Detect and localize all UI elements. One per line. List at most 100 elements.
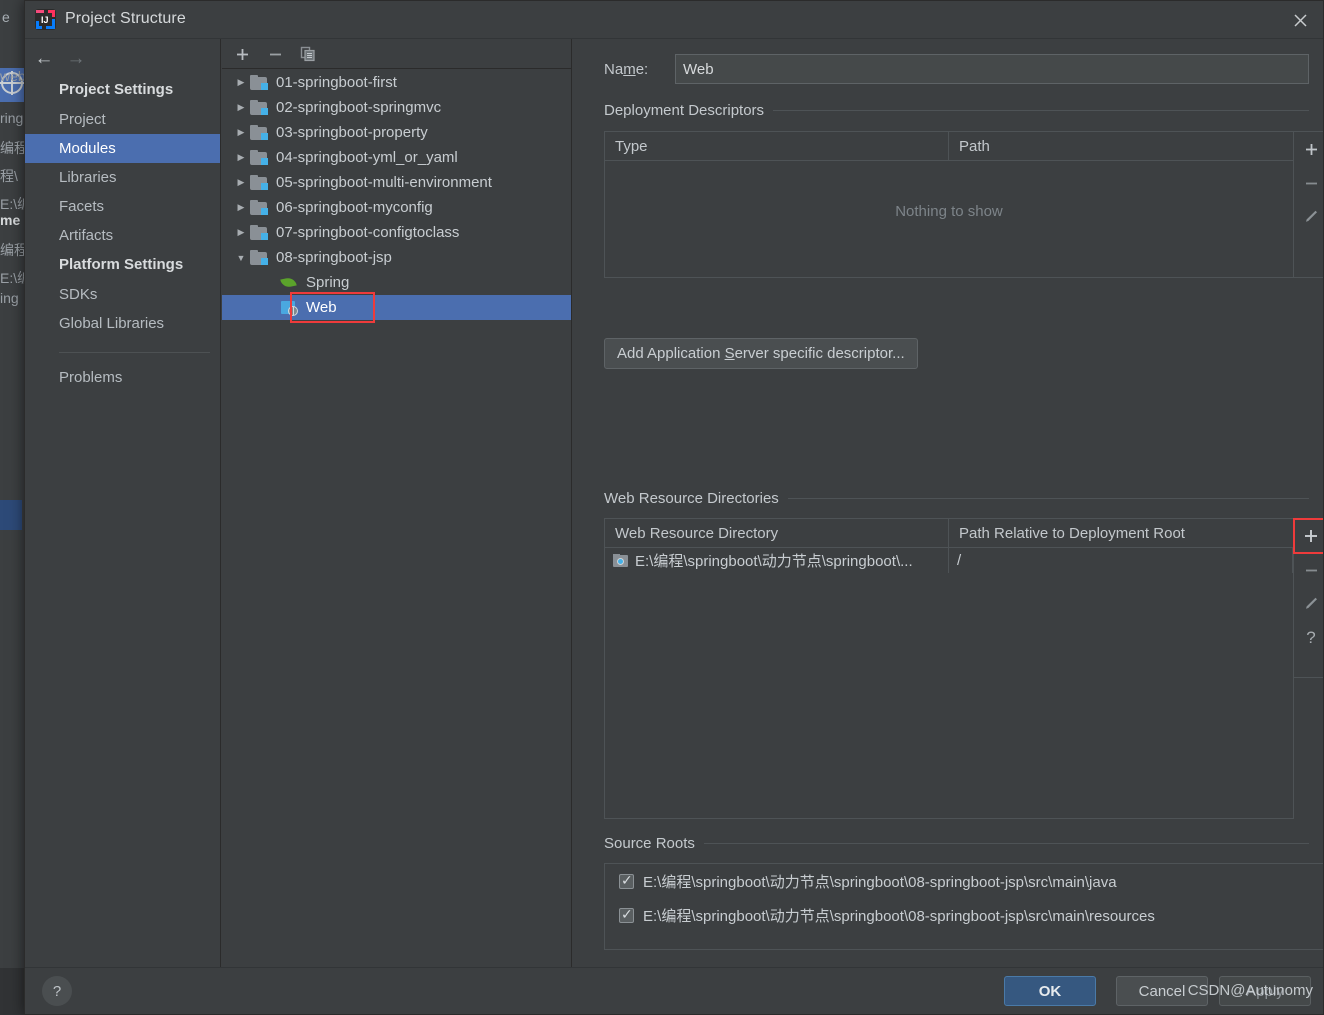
- chevron-right-icon[interactable]: ▶: [232, 227, 250, 238]
- cancel-button[interactable]: Cancel: [1116, 976, 1208, 1006]
- cell-web-resource-directory: E:\编程\springboot\动力节点\springboot\...: [605, 548, 949, 573]
- edit-web-resource-pencil-icon[interactable]: [1294, 587, 1323, 621]
- settings-navigation-pane: ← → Project Settings Project Modules Lib…: [25, 39, 221, 967]
- sidebar-item-sdks[interactable]: SDKs: [25, 280, 220, 309]
- copy-module-icon[interactable]: [295, 41, 321, 67]
- web-resource-directories-header: Web Resource Directories: [604, 490, 1309, 507]
- module-tree-pane: ▶ 01-springboot-first ▶ 02-springboot-sp…: [222, 39, 572, 967]
- tree-row-module-04[interactable]: ▶ 04-springboot-yml_or_yaml: [222, 145, 571, 170]
- source-root-checkbox[interactable]: [619, 906, 634, 923]
- remove-module-button[interactable]: [262, 41, 288, 67]
- module-folder-icon: [250, 175, 268, 190]
- module-folder-icon: [250, 75, 268, 90]
- empty-state-text: Nothing to show: [895, 203, 1003, 220]
- background-menu-item-0: e: [2, 9, 10, 25]
- help-web-resource-button[interactable]: ?: [1294, 621, 1323, 655]
- source-root-path: E:\编程\springboot\动力节点\springboot\08-spri…: [643, 907, 1155, 925]
- column-header-relative-path[interactable]: Path Relative to Deployment Root: [949, 519, 1293, 547]
- spring-leaf-icon: [280, 275, 298, 290]
- module-folder-icon: [250, 225, 268, 240]
- background-fragment-3: 程\: [0, 168, 18, 184]
- name-row: Name:: [604, 54, 1309, 84]
- chevron-right-icon[interactable]: ▶: [232, 77, 250, 88]
- sidebar-item-problems[interactable]: Problems: [25, 363, 220, 392]
- table-row[interactable]: E:\编程\springboot\动力节点\springboot\... /: [605, 548, 1293, 573]
- column-header-path[interactable]: Path: [949, 132, 1293, 160]
- arrow-right-icon[interactable]: →: [63, 47, 89, 69]
- add-web-resource-button[interactable]: [1293, 518, 1323, 554]
- source-root-checkbox[interactable]: [619, 872, 634, 889]
- sidebar-item-global-libraries[interactable]: Global Libraries: [25, 309, 220, 338]
- navigation-arrows: ← →: [25, 39, 220, 75]
- name-input[interactable]: [675, 54, 1309, 84]
- source-root-path: E:\编程\springboot\动力节点\springboot\08-spri…: [643, 873, 1117, 891]
- column-header-type[interactable]: Type: [605, 132, 949, 160]
- tree-row-label: 02-springboot-springmvc: [276, 99, 442, 116]
- table-header-row: Web Resource Directory Path Relative to …: [605, 519, 1293, 548]
- tree-row-facet-web[interactable]: ▶ Web: [222, 295, 571, 320]
- ok-button[interactable]: OK: [1004, 976, 1096, 1006]
- tree-row-facet-spring[interactable]: ▶ Spring: [222, 270, 571, 295]
- section-rule: [787, 498, 1309, 499]
- add-module-button[interactable]: [229, 41, 255, 67]
- module-tree-list: ▶ 01-springboot-first ▶ 02-springboot-sp…: [222, 70, 571, 967]
- add-app-server-descriptor-button[interactable]: Add Application Server specific descript…: [604, 338, 918, 369]
- source-roots-header: Source Roots: [604, 835, 1309, 852]
- nav-divider: [59, 352, 210, 353]
- tree-row-label: 04-springboot-yml_or_yaml: [276, 149, 458, 166]
- chevron-right-icon[interactable]: ▶: [232, 127, 250, 138]
- close-icon[interactable]: [1277, 1, 1323, 39]
- tree-row-module-01[interactable]: ▶ 01-springboot-first: [222, 70, 571, 95]
- source-root-item[interactable]: E:\编程\springboot\动力节点\springboot\08-spri…: [605, 898, 1323, 932]
- tree-row-module-06[interactable]: ▶ 06-springboot-myconfig: [222, 195, 571, 220]
- section-rule: [773, 110, 1309, 111]
- background-fragment-6: 编程: [0, 242, 24, 258]
- sidebar-item-artifacts[interactable]: Artifacts: [25, 221, 220, 250]
- background-fragment-2: 编程: [0, 140, 24, 156]
- module-folder-icon: [250, 125, 268, 140]
- nav-group-header-project-settings: Project Settings: [59, 81, 174, 98]
- remove-descriptor-button[interactable]: [1294, 166, 1323, 200]
- dialog-titlebar: IJ Project Structure: [25, 1, 1323, 39]
- section-rule: [703, 843, 1309, 844]
- cell-relative-path: /: [949, 548, 1293, 573]
- help-button[interactable]: ?: [42, 976, 72, 1006]
- intellij-idea-icon: IJ: [35, 9, 56, 30]
- tree-row-label: Web: [306, 299, 337, 316]
- apply-button[interactable]: Apply: [1219, 976, 1311, 1006]
- background-fragment-1: ring: [0, 110, 24, 126]
- background-fragment-8: ing: [0, 290, 19, 306]
- arrow-left-icon[interactable]: ←: [31, 47, 57, 69]
- sidebar-item-modules[interactable]: Modules: [25, 134, 220, 163]
- chevron-down-icon[interactable]: ▼: [232, 253, 250, 263]
- column-header-web-resource-directory[interactable]: Web Resource Directory: [605, 519, 949, 547]
- svg-text:IJ: IJ: [41, 15, 49, 25]
- background-highlight-row: [0, 500, 22, 530]
- chevron-right-icon[interactable]: ▶: [232, 152, 250, 163]
- tree-row-module-02[interactable]: ▶ 02-springboot-springmvc: [222, 95, 571, 120]
- chevron-right-icon[interactable]: ▶: [232, 102, 250, 113]
- background-fragment-5: me: [0, 212, 21, 228]
- deployment-descriptors-table: Type Path Nothing to show: [604, 131, 1294, 278]
- tree-row-module-07[interactable]: ▶ 07-springboot-configtoclass: [222, 220, 571, 245]
- tree-indent: ▶: [232, 302, 250, 313]
- nav-group-header-platform-settings: Platform Settings: [59, 256, 184, 273]
- tree-row-module-05[interactable]: ▶ 05-springboot-multi-environment: [222, 170, 571, 195]
- web-resource-directories-title: Web Resource Directories: [604, 490, 779, 507]
- tree-row-label: 03-springboot-property: [276, 124, 428, 141]
- add-descriptor-button[interactable]: [1294, 132, 1323, 166]
- cell-text: E:\编程\springboot\动力节点\springboot\...: [635, 553, 913, 570]
- remove-web-resource-button[interactable]: [1294, 553, 1323, 587]
- source-root-item[interactable]: E:\编程\springboot\动力节点\springboot\08-spri…: [605, 864, 1323, 898]
- web-facet-icon: [280, 300, 298, 316]
- sidebar-item-libraries[interactable]: Libraries: [25, 163, 220, 192]
- edit-descriptor-pencil-icon[interactable]: [1294, 200, 1323, 234]
- facet-detail-pane: Name: Deployment Descriptors Type Path N…: [573, 39, 1323, 967]
- sidebar-item-facets[interactable]: Facets: [25, 192, 220, 221]
- tree-row-module-03[interactable]: ▶ 03-springboot-property: [222, 120, 571, 145]
- tree-indent: ▶: [232, 277, 250, 288]
- chevron-right-icon[interactable]: ▶: [232, 177, 250, 188]
- tree-row-module-08[interactable]: ▼ 08-springboot-jsp: [222, 245, 571, 270]
- sidebar-item-project[interactable]: Project: [25, 105, 220, 134]
- chevron-right-icon[interactable]: ▶: [232, 202, 250, 213]
